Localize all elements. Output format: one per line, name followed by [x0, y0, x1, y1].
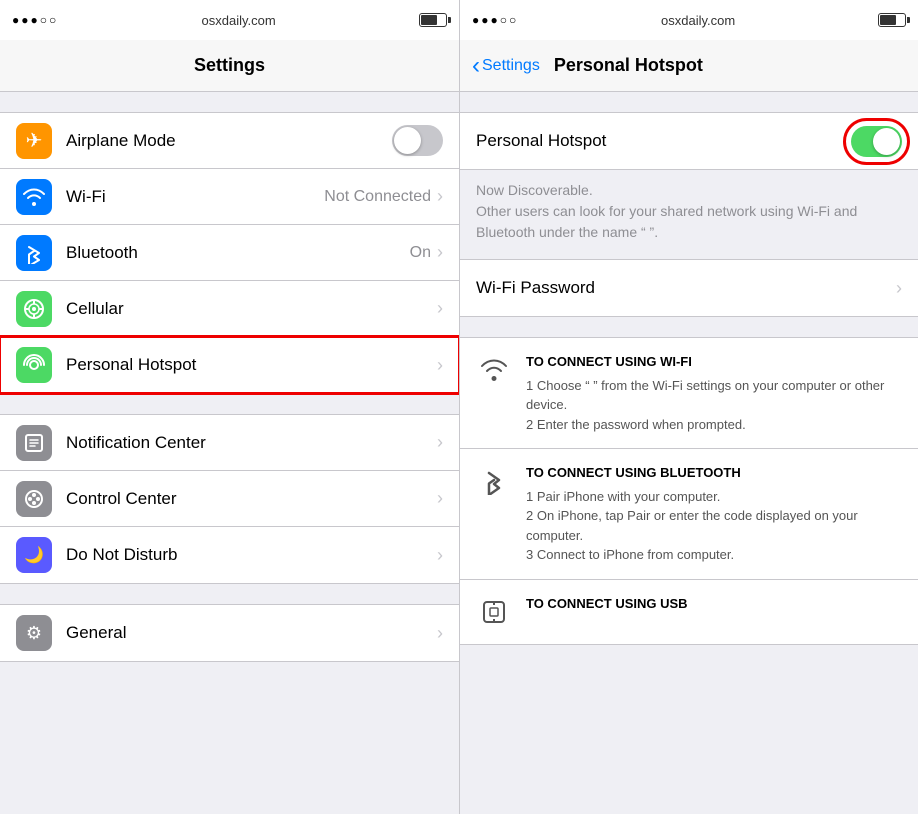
hotspot-chevron: › [437, 355, 443, 376]
bluetooth-row[interactable]: Bluetooth On › [0, 225, 459, 281]
hotspot-toggle-label: Personal Hotspot [476, 131, 851, 151]
usb-instruction-title: TO CONNECT USING USB [526, 594, 902, 614]
right-battery-icon [878, 13, 906, 27]
settings-group-general: ⚙ General › [0, 604, 459, 662]
usb-instruction-row: TO CONNECT USING USB [460, 580, 918, 644]
hotspot-toggle-switch[interactable] [851, 126, 902, 157]
airplane-label: Airplane Mode [66, 131, 392, 151]
wifi-password-label: Wi-Fi Password [476, 278, 896, 298]
control-center-chevron: › [437, 488, 443, 509]
personal-hotspot-row[interactable]: Personal Hotspot › [0, 337, 459, 393]
discoverable-text: Now Discoverable. Other users can look f… [460, 170, 918, 259]
bluetooth-icon [16, 235, 52, 271]
bt-instruction-icon [476, 463, 512, 499]
wifi-instruction-text: TO CONNECT USING WI-FI 1 Choose “ ” from… [526, 352, 902, 434]
left-nav-bar: Settings [0, 40, 459, 92]
wifi-password-row[interactable]: Wi-Fi Password › [460, 260, 918, 316]
notification-row[interactable]: Notification Center › [0, 415, 459, 471]
discoverable-line2: Other users can look for your shared net… [476, 201, 902, 243]
right-phone-panel: ●●●○○ osxdaily.com ‹ Settings Personal H… [459, 0, 918, 814]
bluetooth-value: On [410, 244, 431, 262]
hotspot-toggle-section: Personal Hotspot [460, 112, 918, 170]
control-center-label: Control Center [66, 489, 437, 509]
airplane-icon: ✈ [16, 123, 52, 159]
usb-instruction-icon [476, 594, 512, 630]
cellular-row[interactable]: Cellular › [0, 281, 459, 337]
wifi-icon [16, 179, 52, 215]
dnd-icon: 🌙 [16, 537, 52, 573]
airplane-toggle[interactable] [392, 125, 443, 156]
general-chevron: › [437, 623, 443, 644]
notification-chevron: › [437, 432, 443, 453]
back-label: Settings [482, 57, 540, 75]
wifi-password-section: Wi-Fi Password › [460, 259, 918, 317]
control-center-row[interactable]: Control Center › [0, 471, 459, 527]
dnd-row[interactable]: 🌙 Do Not Disturb › [0, 527, 459, 583]
network-settings-group: ✈ Airplane Mode Wi-Fi Not Connected › [0, 112, 459, 394]
general-label: General [66, 623, 437, 643]
discoverable-line1: Now Discoverable. [476, 180, 902, 201]
settings-title: Settings [194, 55, 265, 76]
wifi-instruction-title: TO CONNECT USING WI-FI [526, 352, 902, 372]
right-url-label: osxdaily.com [661, 13, 735, 28]
wifi-chevron: › [437, 186, 443, 207]
back-chevron-icon: ‹ [472, 54, 480, 78]
left-status-bar: ●●●○○ osxdaily.com [0, 0, 459, 40]
dnd-chevron: › [437, 545, 443, 566]
usb-instruction-text: TO CONNECT USING USB [526, 594, 902, 618]
general-row[interactable]: ⚙ General › [0, 605, 459, 661]
wifi-instruction-steps: 1 Choose “ ” from the Wi-Fi settings on … [526, 376, 902, 435]
wifi-value: Not Connected [324, 188, 431, 206]
airplane-mode-row[interactable]: ✈ Airplane Mode [0, 113, 459, 169]
back-button[interactable]: ‹ Settings [472, 54, 540, 78]
wifi-label: Wi-Fi [66, 187, 324, 207]
control-center-icon [16, 481, 52, 517]
hotspot-page-title: Personal Hotspot [554, 55, 703, 76]
hotspot-toggle-row[interactable]: Personal Hotspot [460, 113, 918, 169]
cellular-chevron: › [437, 298, 443, 319]
bt-instruction-text: TO CONNECT USING BLUETOOTH 1 Pair iPhone… [526, 463, 902, 565]
bt-instruction-steps: 1 Pair iPhone with your computer. 2 On i… [526, 487, 902, 565]
instructions-section: TO CONNECT USING WI-FI 1 Choose “ ” from… [460, 337, 918, 645]
bt-instruction-row: TO CONNECT USING BLUETOOTH 1 Pair iPhone… [460, 449, 918, 580]
bluetooth-label: Bluetooth [66, 243, 410, 263]
right-nav-bar: ‹ Settings Personal Hotspot [460, 40, 918, 92]
cellular-icon [16, 291, 52, 327]
wifi-instruction-icon [476, 352, 512, 388]
notification-icon [16, 425, 52, 461]
right-status-bar: ●●●○○ osxdaily.com [460, 0, 918, 40]
cellular-label: Cellular [66, 299, 437, 319]
signal-dots: ●●●○○ [12, 13, 58, 27]
wifi-instruction-row: TO CONNECT USING WI-FI 1 Choose “ ” from… [460, 338, 918, 449]
bluetooth-chevron: › [437, 242, 443, 263]
notification-label: Notification Center [66, 433, 437, 453]
settings-group-system: Notification Center › Control Center › 🌙… [0, 414, 459, 584]
battery-icon [419, 13, 447, 27]
dnd-label: Do Not Disturb [66, 545, 437, 565]
hotspot-label: Personal Hotspot [66, 355, 437, 375]
general-icon: ⚙ [16, 615, 52, 651]
left-phone-panel: ●●●○○ osxdaily.com Settings ✈ Airplane M… [0, 0, 459, 814]
right-signal-dots: ●●●○○ [472, 13, 518, 27]
wifi-row[interactable]: Wi-Fi Not Connected › [0, 169, 459, 225]
bt-instruction-title: TO CONNECT USING BLUETOOTH [526, 463, 902, 483]
wifi-password-chevron: › [896, 278, 902, 299]
url-label: osxdaily.com [202, 13, 276, 28]
settings-group-network: ✈ Airplane Mode Wi-Fi Not Connected › [0, 112, 459, 394]
hotspot-icon [16, 347, 52, 383]
